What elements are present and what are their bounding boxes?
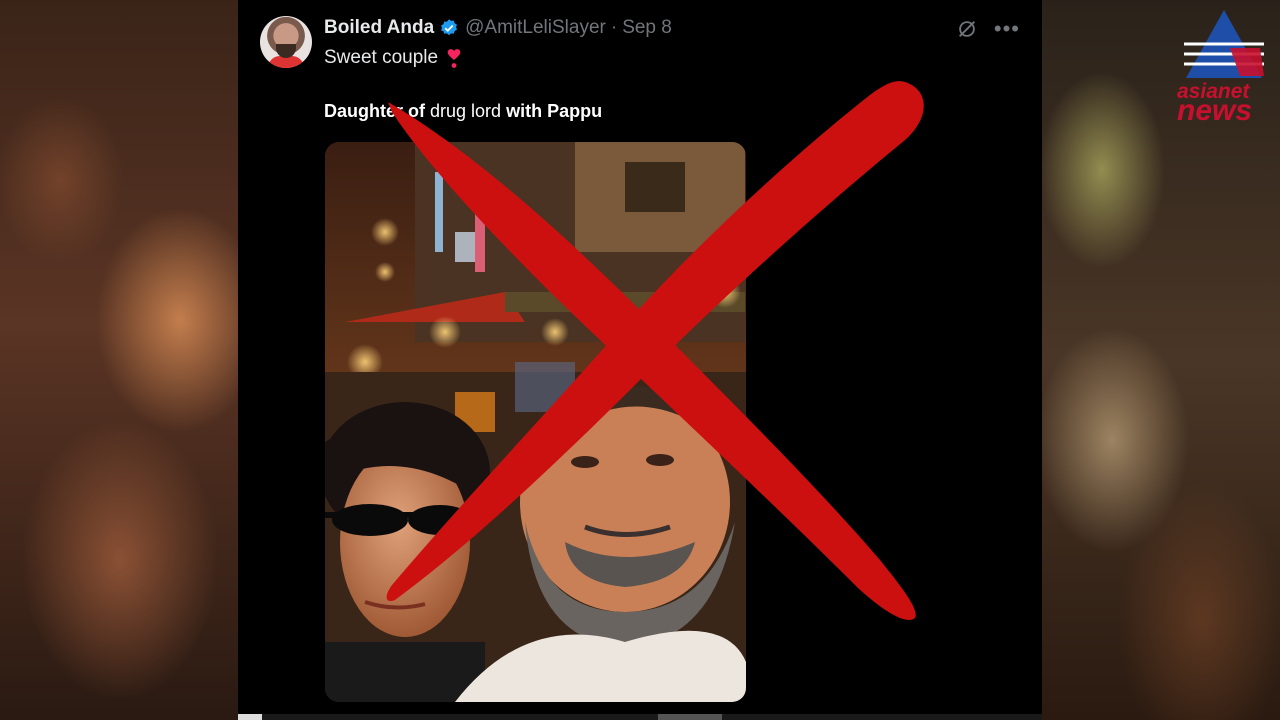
tweet-text: Sweet couple xyxy=(324,47,462,69)
caption-bold-end: with Pappu xyxy=(506,101,603,121)
blurred-background-left xyxy=(0,0,238,720)
image-caption: Daughter of drug lord with Pappu xyxy=(324,101,602,122)
tweet-card: Boiled Anda @AmitLeliSlayer · Sep 8 ••• … xyxy=(238,0,1042,720)
heart-exclamation-icon xyxy=(447,49,461,68)
scroll-indicator xyxy=(238,714,1042,720)
caption-normal: drug lord xyxy=(430,101,502,121)
photo-illustration xyxy=(325,142,746,702)
grok-icon[interactable] xyxy=(956,18,978,40)
author-name[interactable]: Boiled Anda xyxy=(324,17,434,39)
tweet-header: Boiled Anda @AmitLeliSlayer · Sep 8 xyxy=(324,17,672,39)
verified-badge-icon xyxy=(441,19,458,36)
logo-text-news: news xyxy=(1177,94,1253,127)
tweet-body: Sweet couple xyxy=(324,47,439,68)
author-handle[interactable]: @AmitLeliSlayer xyxy=(465,17,606,39)
tweet-photo[interactable] xyxy=(325,142,746,702)
avatar[interactable] xyxy=(260,16,312,68)
tweet-date[interactable]: Sep 8 xyxy=(622,17,672,39)
caption-bold-start: Daughter of xyxy=(324,101,425,121)
more-icon[interactable]: ••• xyxy=(994,18,1020,40)
tweet-header-actions: ••• xyxy=(956,18,1020,40)
separator-dot: · xyxy=(610,17,618,38)
